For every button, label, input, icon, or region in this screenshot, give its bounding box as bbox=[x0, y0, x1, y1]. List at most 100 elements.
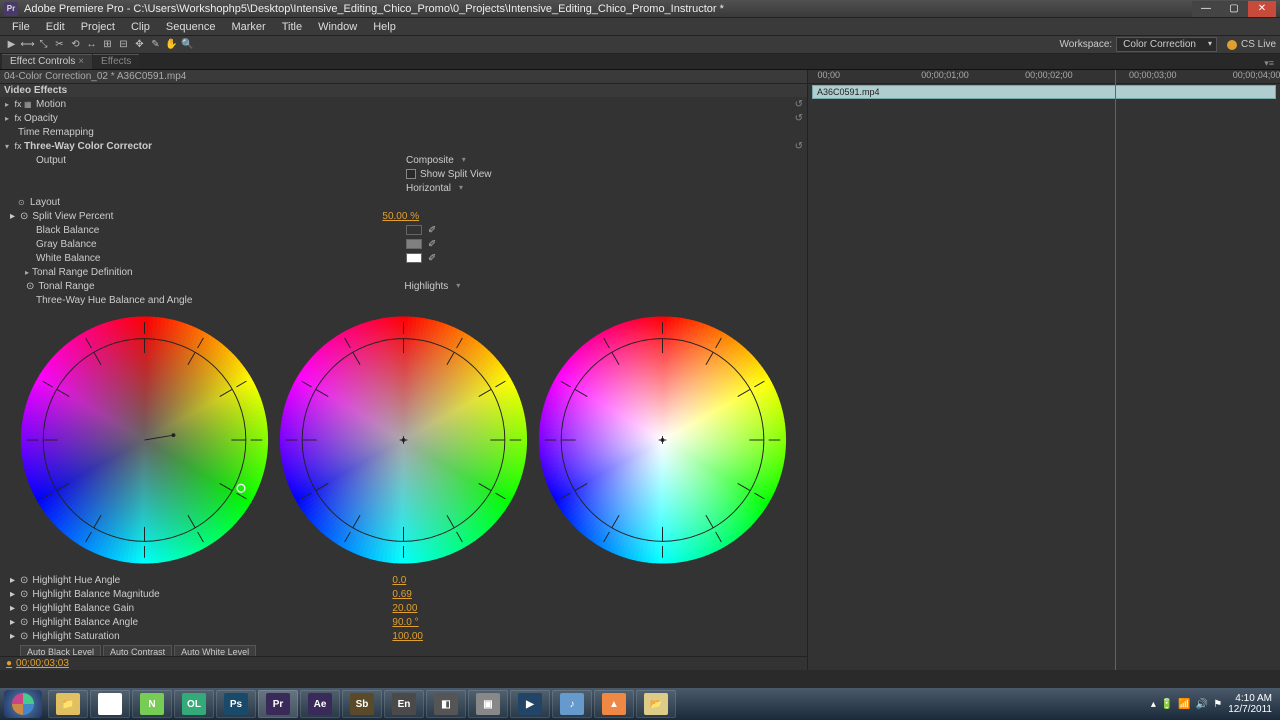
playhead[interactable] bbox=[1115, 70, 1116, 670]
param-tonal-def[interactable]: ▸Tonal Range Definition bbox=[0, 265, 807, 279]
reset-icon[interactable]: ↺ bbox=[795, 113, 803, 124]
output-label: Output bbox=[36, 155, 406, 166]
tool-9[interactable]: ✎ bbox=[148, 38, 163, 52]
video-effects-section: Video Effects bbox=[0, 84, 807, 97]
timeline-clip[interactable]: A36C0591.mp4 bbox=[812, 85, 1276, 99]
hb-gain-value[interactable]: 20.00 bbox=[392, 603, 417, 614]
start-button[interactable] bbox=[4, 690, 42, 718]
effect-motion[interactable]: ▸fx▦Motion↺ bbox=[0, 97, 807, 111]
close-button[interactable]: ✕ bbox=[1248, 1, 1276, 17]
menu-window[interactable]: Window bbox=[310, 21, 365, 33]
param-layout[interactable]: ⊙Layout bbox=[0, 195, 807, 209]
show-split-checkbox[interactable] bbox=[406, 169, 416, 179]
taskbar-aftereffects[interactable]: Ae bbox=[300, 690, 340, 718]
tool-6[interactable]: ⊞ bbox=[100, 38, 115, 52]
workspace-select[interactable]: Color Correction bbox=[1116, 37, 1217, 52]
tab-effect-controls[interactable]: Effect Controls × bbox=[2, 54, 92, 69]
eyedropper-icon[interactable]: ✐ bbox=[428, 239, 436, 250]
h-sat-label: Highlight Saturation bbox=[32, 631, 392, 642]
h-sat-value[interactable]: 100.00 bbox=[392, 631, 423, 642]
timeline-ruler[interactable]: 00;0000;00;01;0000;00;02;0000;00;03;0000… bbox=[808, 70, 1280, 84]
highlights-wheel[interactable] bbox=[538, 311, 787, 569]
tool-1[interactable]: ⟷ bbox=[20, 38, 35, 52]
minimize-button[interactable]: — bbox=[1192, 1, 1220, 17]
tool-4[interactable]: ⟲ bbox=[68, 38, 83, 52]
hb-angle-label: Highlight Balance Angle bbox=[32, 617, 392, 628]
hh-angle-label: Highlight Hue Angle bbox=[32, 575, 392, 586]
reset-icon[interactable]: ↺ bbox=[795, 141, 803, 152]
tool-7[interactable]: ⊟ bbox=[116, 38, 131, 52]
taskbar-app1[interactable]: ◧ bbox=[426, 690, 466, 718]
menu-title[interactable]: Title bbox=[274, 21, 310, 33]
menu-file[interactable]: File bbox=[4, 21, 38, 33]
hb-gain-label: Highlight Balance Gain bbox=[32, 603, 392, 614]
tool-8[interactable]: ✥ bbox=[132, 38, 147, 52]
auto-white-button[interactable]: Auto White Level bbox=[174, 645, 256, 656]
effect-opacity[interactable]: ▸fxOpacity↺ bbox=[0, 111, 807, 125]
gray-swatch[interactable] bbox=[406, 239, 422, 249]
taskbar-chrome[interactable]: ● bbox=[90, 690, 130, 718]
hb-mag-label: Highlight Balance Magnitude bbox=[32, 589, 392, 600]
menu-project[interactable]: Project bbox=[73, 21, 123, 33]
output-select[interactable]: Composite bbox=[406, 155, 468, 166]
eyedropper-icon[interactable]: ✐ bbox=[428, 253, 436, 264]
taskbar-explorer[interactable]: 📁 bbox=[48, 690, 88, 718]
tray-icon[interactable]: ⚑ bbox=[1213, 699, 1222, 710]
tonal-range-label: Tonal Range bbox=[38, 281, 404, 292]
white-swatch[interactable] bbox=[406, 253, 422, 263]
shadows-wheel[interactable] bbox=[20, 311, 269, 569]
menu-help[interactable]: Help bbox=[365, 21, 404, 33]
auto-contrast-button[interactable]: Auto Contrast bbox=[103, 645, 172, 656]
split-mode-select[interactable]: Horizontal bbox=[406, 183, 465, 194]
timecode[interactable]: 00;00;03;03 bbox=[16, 658, 69, 669]
split-pct-label: Split View Percent bbox=[32, 211, 382, 222]
black-balance-label: Black Balance bbox=[36, 225, 406, 236]
taskbar-soundbooth[interactable]: Sb bbox=[342, 690, 382, 718]
tray-icon[interactable]: 🔋 bbox=[1161, 699, 1173, 710]
white-balance-label: White Balance bbox=[36, 253, 406, 264]
taskbar-itunes[interactable]: ♪ bbox=[552, 690, 592, 718]
tool-10[interactable]: ✋ bbox=[164, 38, 179, 52]
taskbar-encore[interactable]: En bbox=[384, 690, 424, 718]
cs-live-button[interactable]: CS Live bbox=[1227, 39, 1276, 50]
tray-clock[interactable]: 4:10 AM12/7/2011 bbox=[1228, 693, 1276, 715]
hh-angle-value[interactable]: 0.0 bbox=[392, 575, 406, 586]
menu-sequence[interactable]: Sequence bbox=[158, 21, 224, 33]
black-swatch[interactable] bbox=[406, 225, 422, 235]
hb-angle-value[interactable]: 90.0 ° bbox=[392, 617, 418, 628]
reset-icon[interactable]: ↺ bbox=[795, 99, 803, 110]
split-pct-value[interactable]: 50.00 % bbox=[382, 211, 419, 222]
taskbar-folder[interactable]: 📂 bbox=[636, 690, 676, 718]
menu-edit[interactable]: Edit bbox=[38, 21, 73, 33]
midtones-wheel[interactable] bbox=[279, 311, 528, 569]
tool-0[interactable]: ▶ bbox=[4, 38, 19, 52]
maximize-button[interactable]: ▢ bbox=[1220, 1, 1248, 17]
tool-11[interactable]: 🔍 bbox=[180, 38, 195, 52]
taskbar-premiere[interactable]: Pr bbox=[258, 690, 298, 718]
auto-black-button[interactable]: Auto Black Level bbox=[20, 645, 101, 656]
taskbar-notepadpp[interactable]: N bbox=[132, 690, 172, 718]
taskbar-vlc[interactable]: ▲ bbox=[594, 690, 634, 718]
window-title: Adobe Premiere Pro - C:\Users\Workshophp… bbox=[24, 3, 1192, 15]
taskbar-wmp[interactable]: ▶ bbox=[510, 690, 550, 718]
tray-icon[interactable]: 📶 bbox=[1178, 699, 1190, 710]
hb-mag-value[interactable]: 0.69 bbox=[392, 589, 411, 600]
tonal-range-select[interactable]: Highlights bbox=[404, 281, 462, 292]
tool-5[interactable]: ↔ bbox=[84, 38, 99, 52]
eyedropper-icon[interactable]: ✐ bbox=[428, 225, 436, 236]
effect-twcc[interactable]: ▾fxThree-Way Color Corrector↺ bbox=[0, 139, 807, 153]
effect-time-remapping[interactable]: Time Remapping bbox=[0, 125, 807, 139]
param-hue-balance: Three-Way Hue Balance and Angle bbox=[0, 293, 807, 307]
tool-2[interactable]: ⤡ bbox=[36, 38, 51, 52]
taskbar-photoshop[interactable]: Ps bbox=[216, 690, 256, 718]
gray-balance-label: Gray Balance bbox=[36, 239, 406, 250]
menu-clip[interactable]: Clip bbox=[123, 21, 158, 33]
tab-effects[interactable]: Effects bbox=[93, 54, 139, 69]
panel-menu-icon[interactable]: ▾≡ bbox=[1264, 58, 1278, 69]
tray-icon[interactable]: ▴ bbox=[1151, 699, 1156, 710]
tray-icon[interactable]: 🔊 bbox=[1196, 699, 1208, 710]
tool-3[interactable]: ✂ bbox=[52, 38, 67, 52]
taskbar-outlook[interactable]: OL bbox=[174, 690, 214, 718]
taskbar-app2[interactable]: ▣ bbox=[468, 690, 508, 718]
menu-marker[interactable]: Marker bbox=[223, 21, 273, 33]
